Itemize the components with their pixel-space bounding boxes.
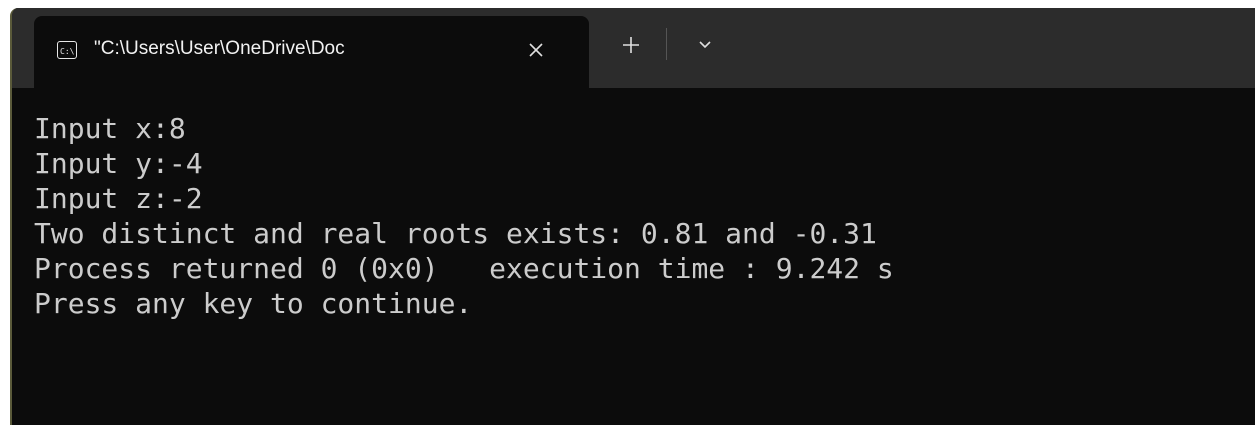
svg-text:C:\: C:\ (60, 47, 74, 56)
new-tab-button[interactable] (616, 30, 646, 60)
terminal-output-area[interactable]: Input x:8 Input y:-4 Input z:-2 Two distinc… (12, 88, 1255, 425)
terminal-line: Input y:-4 (34, 147, 203, 180)
terminal-line: Two distinct and real roots exists: 0.81… (34, 217, 877, 250)
tab-active[interactable]: C:\ "C:\Users\User\OneDrive\Doc (34, 16, 589, 88)
terminal-text: Input x:8 Input y:-4 Input z:-2 Two distinc… (34, 111, 894, 321)
tab-separator (666, 28, 667, 60)
terminal-line: Process returned 0 (0x0) execution time … (34, 252, 894, 285)
profile-dropdown-button[interactable] (692, 32, 718, 58)
terminal-line: Input z:-2 (34, 182, 203, 215)
chevron-down-icon (699, 41, 711, 49)
terminal-window: C:\ "C:\Users\User\OneDrive\Doc Input x:… (10, 8, 1255, 425)
terminal-line: Press any key to continue. (34, 287, 473, 320)
console-icon: C:\ (57, 41, 77, 59)
terminal-line: Input x:8 (34, 112, 186, 145)
plus-icon (623, 37, 639, 53)
close-icon[interactable] (522, 36, 550, 64)
tab-title: "C:\Users\User\OneDrive\Doc (94, 38, 345, 59)
tab-bar: C:\ "C:\Users\User\OneDrive\Doc (12, 8, 1255, 88)
